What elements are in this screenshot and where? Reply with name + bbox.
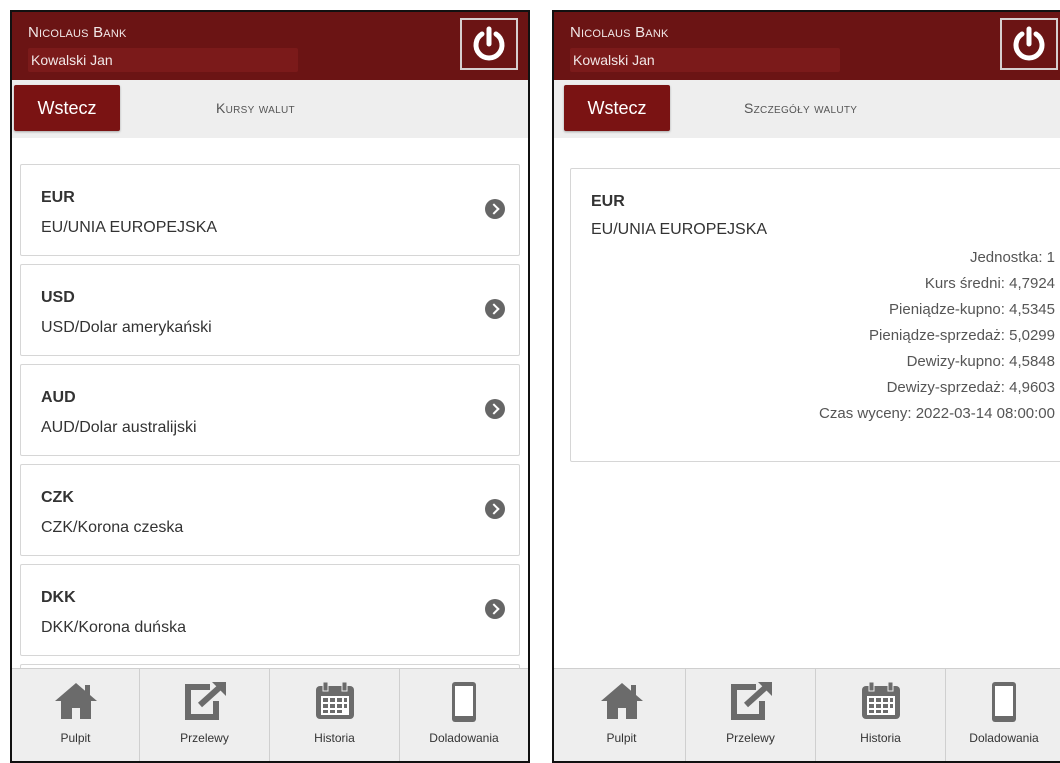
share-icon	[184, 682, 226, 720]
nav-label: Przelewy	[180, 731, 229, 745]
phone-icon	[452, 682, 476, 722]
nav-label: Historia	[860, 731, 901, 745]
currency-name: EU/UNIA EUROPEJSKA	[41, 219, 218, 236]
nav-historia[interactable]: Historia	[270, 669, 400, 761]
app-header: Nicolaus Bank Kowalski Jan	[554, 12, 1060, 80]
bottom-nav: Pulpit Przelewy Historia Doladowania	[12, 668, 528, 761]
home-icon	[600, 683, 643, 719]
forex-buy-rate: Dewizy-kupno: 4,5848	[906, 353, 1055, 370]
nav-przelewy[interactable]: Przelewy	[686, 669, 816, 761]
currency-name: EU/UNIA EUROPEJSKA	[591, 221, 768, 238]
bank-name: Nicolaus Bank	[570, 24, 669, 41]
nav-label: Pulpit	[60, 731, 91, 745]
bank-name: Nicolaus Bank	[28, 24, 127, 41]
nav-label: Przelewy	[726, 731, 775, 745]
average-rate: Kurs średni: 4,7924	[924, 275, 1055, 292]
currency-code: DKK	[41, 589, 76, 606]
chevron-right-icon	[485, 199, 505, 219]
chevron-right-icon	[485, 599, 505, 619]
currency-name: DKK/Korona duńska	[41, 619, 186, 636]
cash-sell-rate: Pieniądze-sprzedaż: 5,0299	[869, 327, 1055, 344]
currency-detail-card: EUR EU/UNIA EUROPEJSKA Jednostka: 1 Kurs…	[570, 168, 1060, 462]
nav-doladowania[interactable]: Doladowania	[400, 669, 528, 761]
currency-name: CZK/Korona czeska	[41, 519, 184, 536]
nav-label: Pulpit	[606, 731, 637, 745]
currency-code: CZK	[41, 489, 74, 506]
calendar-icon	[315, 681, 354, 719]
user-name: Kowalski Jan	[570, 48, 840, 72]
currency-list: EUR EU/UNIA EUROPEJSKA USD USD/Dolar ame…	[12, 138, 528, 669]
share-icon	[730, 682, 772, 720]
page-title: Kursy walut	[216, 100, 295, 116]
back-button[interactable]: Wstecz	[14, 85, 120, 131]
logout-button[interactable]	[460, 18, 518, 70]
back-button[interactable]: Wstecz	[564, 85, 670, 131]
nav-pulpit[interactable]: Pulpit	[558, 669, 686, 761]
currency-detail-screen: Nicolaus Bank Kowalski Jan Wstecz Szczeg…	[552, 10, 1060, 763]
nav-przelewy[interactable]: Przelewy	[140, 669, 270, 761]
nav-pulpit[interactable]: Pulpit	[12, 669, 140, 761]
phone-icon	[992, 682, 1016, 722]
nav-historia[interactable]: Historia	[816, 669, 946, 761]
unit-value: Jednostka: 1	[969, 249, 1055, 266]
currency-row-eur[interactable]: EUR EU/UNIA EUROPEJSKA	[20, 164, 520, 256]
chevron-right-icon	[485, 499, 505, 519]
home-icon	[54, 683, 97, 719]
currency-code: EUR	[41, 189, 75, 206]
currency-row-usd[interactable]: USD USD/Dolar amerykański	[20, 264, 520, 356]
nav-doladowania[interactable]: Doladowania	[946, 669, 1060, 761]
currency-row-dkk[interactable]: DKK DKK/Korona duńska	[20, 564, 520, 656]
bottom-nav: Pulpit Przelewy Historia Doladowania	[554, 668, 1060, 761]
power-icon	[473, 26, 505, 61]
sub-header: Wstecz Kursy walut	[12, 80, 528, 138]
currency-code: USD	[41, 289, 75, 306]
nav-label: Doladowania	[969, 731, 1039, 745]
calendar-icon	[861, 681, 900, 719]
logout-button[interactable]	[1000, 18, 1058, 70]
currency-code: AUD	[41, 389, 76, 406]
power-icon	[1013, 26, 1045, 61]
currency-list-screen: Nicolaus Bank Kowalski Jan Wstecz Kursy …	[10, 10, 530, 763]
user-name: Kowalski Jan	[28, 48, 298, 72]
valuation-time: Czas wyceny: 2022-03-14 08:00:00	[819, 405, 1055, 422]
currency-name: AUD/Dolar australijski	[41, 419, 197, 436]
chevron-right-icon	[485, 399, 505, 419]
nav-label: Doladowania	[429, 731, 499, 745]
currency-name: USD/Dolar amerykański	[41, 319, 212, 336]
currency-row-czk[interactable]: CZK CZK/Korona czeska	[20, 464, 520, 556]
sub-header: Wstecz Szczegóły waluty	[554, 80, 1060, 138]
currency-row-aud[interactable]: AUD AUD/Dolar australijski	[20, 364, 520, 456]
nav-label: Historia	[314, 731, 355, 745]
chevron-right-icon	[485, 299, 505, 319]
page-title: Szczegóły waluty	[744, 100, 858, 116]
cash-buy-rate: Pieniądze-kupno: 4,5345	[889, 301, 1055, 318]
app-header: Nicolaus Bank Kowalski Jan	[12, 12, 528, 80]
currency-code: EUR	[591, 193, 625, 210]
forex-sell-rate: Dewizy-sprzedaż: 4,9603	[886, 379, 1055, 396]
